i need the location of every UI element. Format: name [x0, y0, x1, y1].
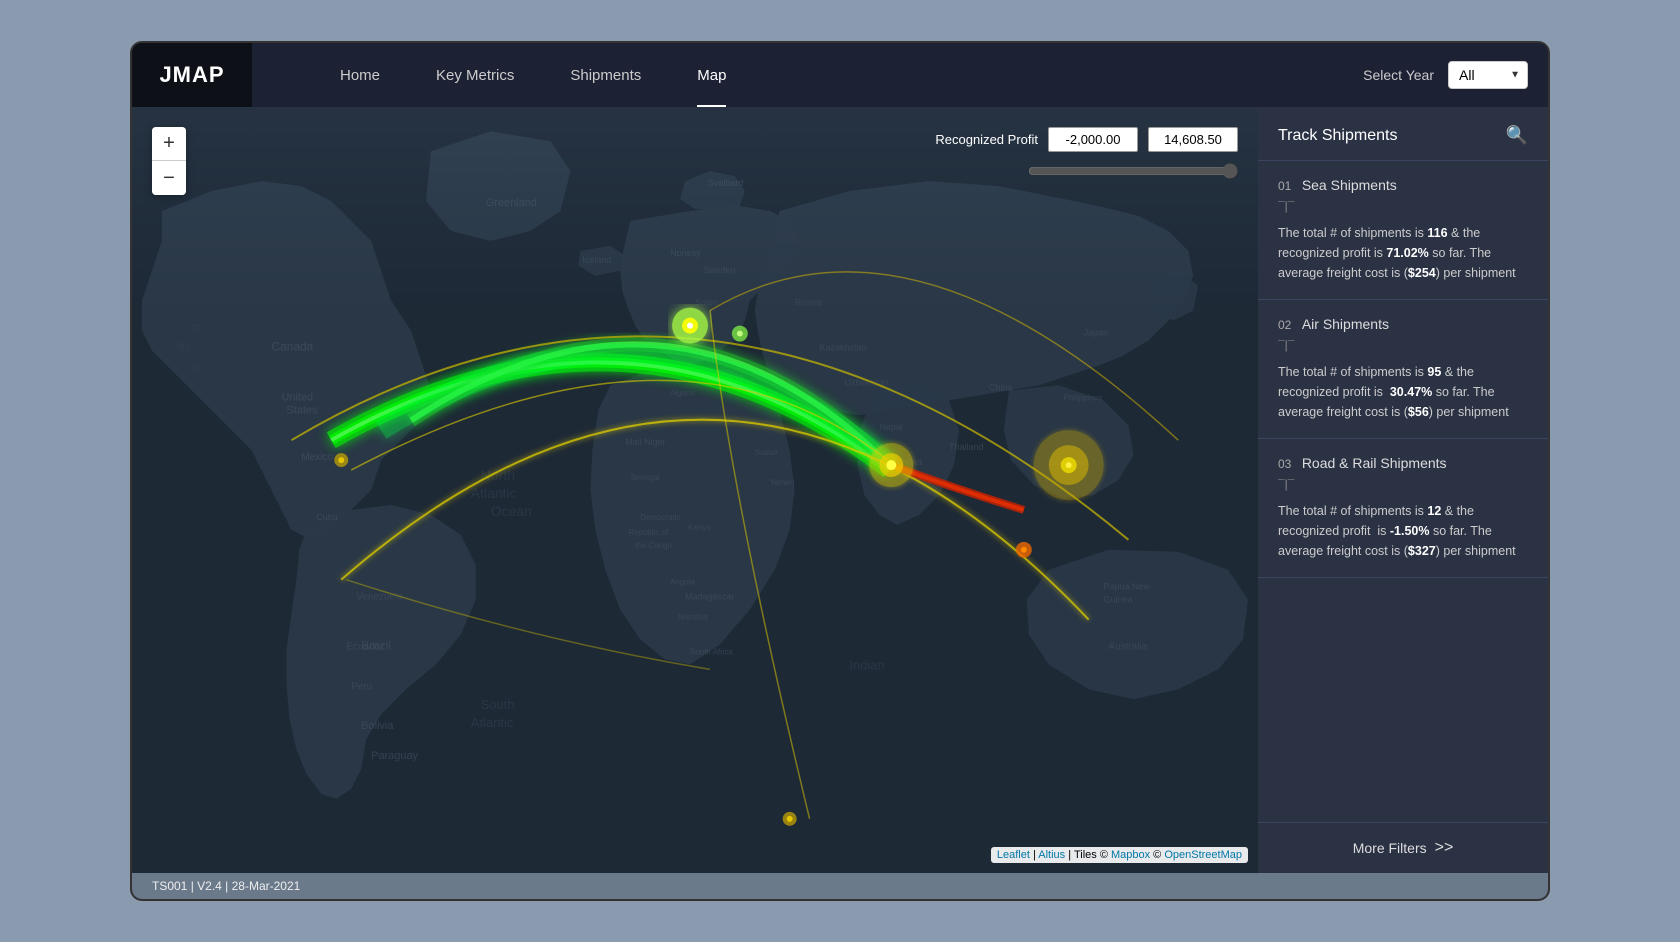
- nav-home[interactable]: Home: [312, 43, 408, 107]
- more-filters-bar[interactable]: More Filters >>: [1258, 822, 1548, 873]
- profit-min-input[interactable]: [1048, 127, 1138, 152]
- sea-shipments-section: 01 Sea Shipments ¯|¯ The total # of ship…: [1258, 161, 1548, 300]
- logo: JMAP: [159, 62, 224, 88]
- range-slider-container: [1028, 163, 1238, 184]
- arcs-svg: [132, 107, 1258, 873]
- sidebar: Track Shipments 🔍 01 Sea Shipments ¯|¯ T…: [1258, 107, 1548, 873]
- air-shipments-section: 02 Air Shipments ¯|¯ The total # of ship…: [1258, 300, 1548, 439]
- year-select-wrapper: All 2020 2019 2018: [1448, 61, 1528, 89]
- logo-box: JMAP: [132, 43, 252, 107]
- app-frame: JMAP Home Key Metrics Shipments Map Sele…: [130, 41, 1550, 901]
- altius-link[interactable]: Altius: [1038, 849, 1065, 861]
- year-select[interactable]: All 2020 2019 2018: [1448, 61, 1528, 89]
- mapbox-link[interactable]: Mapbox: [1111, 849, 1150, 861]
- footer: TS001 | V2.4 | 28-Mar-2021: [132, 873, 1548, 899]
- nav-map[interactable]: Map: [669, 43, 754, 107]
- nav-links: Home Key Metrics Shipments Map: [312, 43, 754, 107]
- navbar: JMAP Home Key Metrics Shipments Map Sele…: [132, 43, 1548, 107]
- more-filters-text: More Filters: [1353, 840, 1427, 856]
- main-content: Canada United States Mexico Cuba Venezue…: [132, 107, 1548, 873]
- air-section-title: Air Shipments: [1302, 316, 1389, 332]
- profit-max-input[interactable]: [1148, 127, 1238, 152]
- air-section-desc: The total # of shipments is 95 & the rec…: [1278, 362, 1528, 422]
- sea-section-num: 01: [1278, 179, 1291, 193]
- nav-right: Select Year All 2020 2019 2018: [1363, 61, 1548, 89]
- air-section-dash: ¯|¯: [1278, 338, 1528, 352]
- profit-filter: Recognized Profit: [935, 127, 1238, 152]
- sea-section-dash: ¯|¯: [1278, 199, 1528, 213]
- road-section-dash: ¯|¯: [1278, 477, 1528, 491]
- zoom-out-button[interactable]: −: [152, 161, 186, 195]
- section-header: 01 Sea Shipments: [1278, 177, 1528, 195]
- section-header: 02 Air Shipments: [1278, 316, 1528, 334]
- zoom-controls: + −: [152, 127, 186, 195]
- select-year-label: Select Year: [1363, 67, 1434, 83]
- sidebar-title: Track Shipments: [1278, 127, 1397, 145]
- map-area: Canada United States Mexico Cuba Venezue…: [132, 107, 1258, 873]
- search-button[interactable]: 🔍: [1506, 125, 1528, 146]
- road-rail-section: 03 Road & Rail Shipments ¯|¯ The total #…: [1258, 439, 1548, 578]
- footer-text: TS001 | V2.4 | 28-Mar-2021: [152, 879, 300, 893]
- leaflet-link[interactable]: Leaflet: [997, 849, 1030, 861]
- road-section-num: 03: [1278, 457, 1291, 471]
- more-filters-chevron: >>: [1435, 839, 1454, 857]
- osm-link[interactable]: OpenStreetMap: [1164, 849, 1242, 861]
- road-section-title: Road & Rail Shipments: [1302, 455, 1447, 471]
- profit-range-slider[interactable]: [1028, 163, 1238, 179]
- zoom-in-button[interactable]: +: [152, 127, 186, 161]
- map-canvas: Canada United States Mexico Cuba Venezue…: [132, 107, 1258, 873]
- nav-shipments[interactable]: Shipments: [542, 43, 669, 107]
- sea-section-desc: The total # of shipments is 116 & the re…: [1278, 223, 1528, 283]
- section-header: 03 Road & Rail Shipments: [1278, 455, 1528, 473]
- sidebar-header: Track Shipments 🔍: [1258, 107, 1548, 161]
- sea-section-title: Sea Shipments: [1302, 177, 1397, 193]
- profit-label: Recognized Profit: [935, 132, 1038, 147]
- nav-key-metrics[interactable]: Key Metrics: [408, 43, 542, 107]
- map-attribution: Leaflet | Altius | Tiles © Mapbox © Open…: [991, 847, 1248, 863]
- road-section-desc: The total # of shipments is 12 & the rec…: [1278, 501, 1528, 561]
- air-section-num: 02: [1278, 318, 1291, 332]
